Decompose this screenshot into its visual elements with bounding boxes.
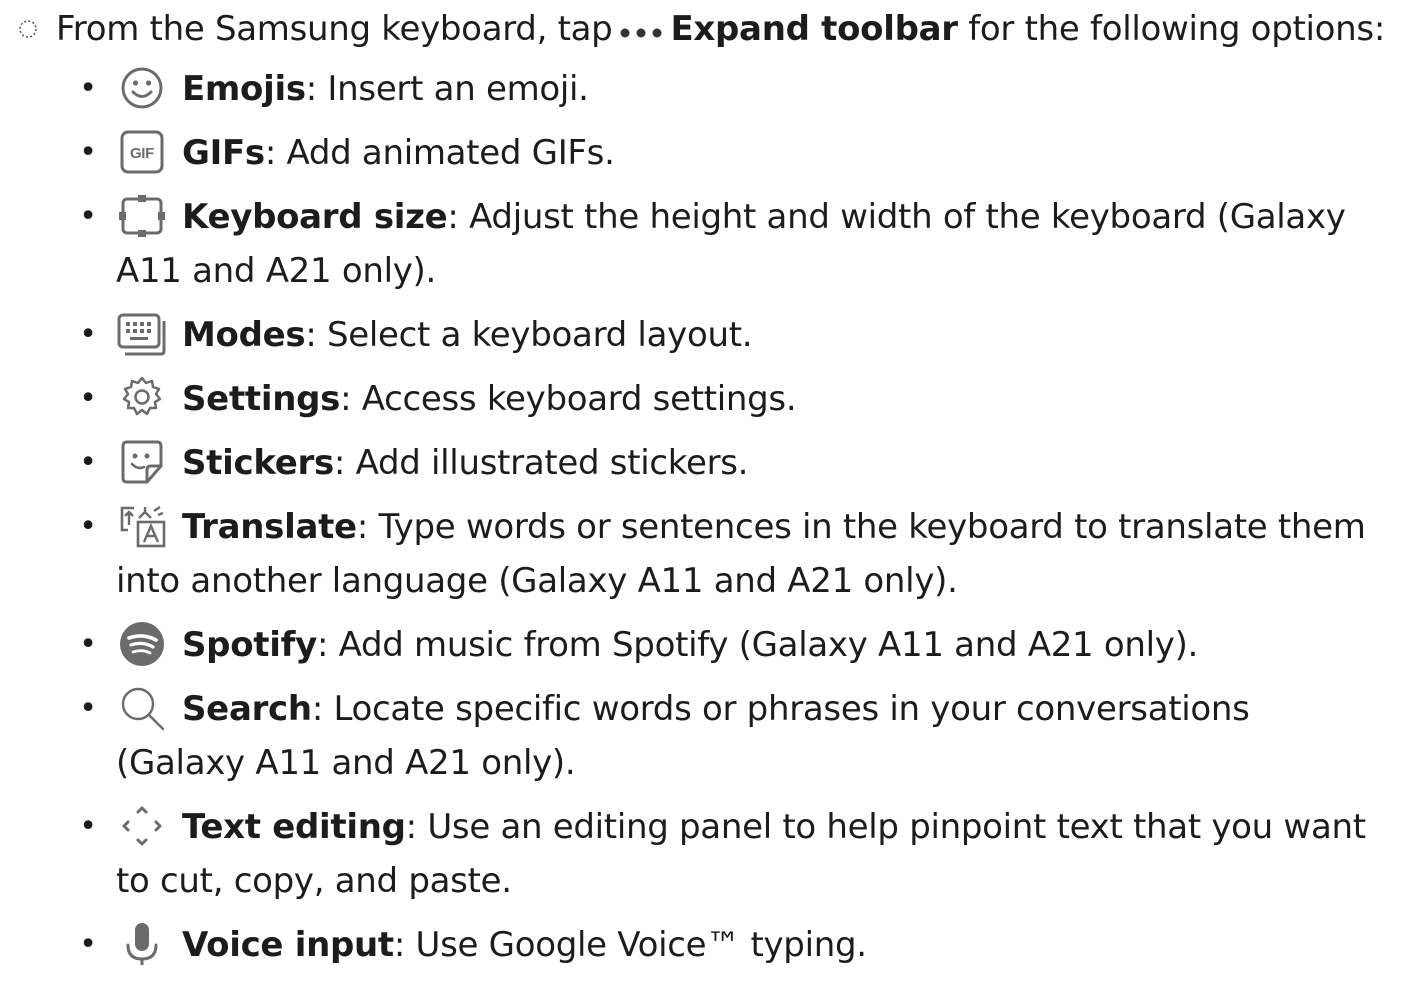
item-desc: : Access keyboard settings. [340, 379, 797, 419]
list-item-gifs: • GIF GIFs: Add animated GIFs. [0, 126, 1404, 180]
item-label: Emojis [182, 69, 306, 109]
list-item-search: • Search: Locate specific words or phras… [0, 682, 1404, 790]
intro-prefix: From the Samsung keyboard, tap [56, 9, 613, 49]
list-item-keyboard-size: • Keyboard size: Adjust the height and w… [0, 190, 1404, 298]
bullet: • [79, 809, 97, 844]
item-label: Keyboard size [182, 197, 448, 237]
sticker-icon [116, 439, 168, 485]
bullet: • [79, 445, 97, 480]
item-label: Settings [182, 379, 341, 419]
list-item-voice-input: • Voice input: Use Google Voice™ typing. [0, 918, 1404, 972]
bullet: • [79, 381, 97, 416]
item-desc: : Add animated GIFs. [264, 133, 615, 173]
intro-suffix: for the following options: [968, 9, 1385, 49]
intro-action: Expand toolbar [670, 9, 958, 49]
expand-toolbar-dots-icon [618, 9, 664, 49]
gear-icon [116, 375, 168, 421]
item-label: Search [182, 689, 312, 729]
bullet: • [79, 135, 97, 170]
text-editing-icon [116, 803, 168, 849]
options-list: • Emojis: Insert an emoji. • GIF GIFs: A… [0, 62, 1404, 982]
list-item-stickers: • Stickers: Add illustrated stickers. [0, 436, 1404, 490]
list-item-settings: • Settings: Access keyboard settings. [0, 372, 1404, 426]
list-item-emojis: • Emojis: Insert an emoji. [0, 62, 1404, 116]
keyboard-size-icon [116, 193, 168, 239]
item-desc: : Use Google Voice™ typing. [393, 925, 867, 965]
item-label: Text editing [182, 807, 406, 847]
bullet: • [79, 509, 97, 544]
item-label: Modes [182, 315, 306, 355]
list-item-text-editing: • Text editing: Use an editing panel to … [0, 800, 1404, 908]
list-item-translate: • Translate: Type words or sentences in … [0, 500, 1404, 608]
item-label: Spotify [182, 625, 317, 665]
microphone-icon [116, 921, 168, 967]
bullet: • [79, 627, 97, 662]
dashed-circle-bullet-icon [8, 9, 48, 49]
item-desc: : Add music from Spotify (Galaxy A11 and… [316, 625, 1199, 665]
item-desc: : Insert an emoji. [305, 69, 589, 109]
intro-line: From the Samsung keyboard, tap Expand to… [0, 6, 1404, 52]
search-icon [116, 685, 168, 731]
list-item-spotify: • Spotify: Add music from Spotify (Galax… [0, 618, 1404, 672]
item-label: GIFs [182, 133, 265, 173]
item-label: Voice input [182, 925, 394, 965]
bullet: • [79, 199, 97, 234]
item-label: Stickers [182, 443, 334, 483]
item-label: Translate [182, 507, 357, 547]
svg-text:GIF: GIF [130, 145, 154, 162]
gif-icon: GIF [116, 129, 168, 175]
bullet: • [79, 691, 97, 726]
item-desc: : Select a keyboard layout. [305, 315, 753, 355]
spotify-icon [116, 621, 168, 667]
bullet: • [79, 71, 97, 106]
list-item-modes: • Modes: Select a keyboard layout. [0, 308, 1404, 362]
emoji-icon [116, 65, 168, 111]
keyboard-modes-icon [116, 311, 168, 357]
bullet: • [79, 317, 97, 352]
item-desc: : Add illustrated stickers. [333, 443, 749, 483]
translate-icon [116, 503, 168, 549]
bullet: • [79, 927, 97, 962]
